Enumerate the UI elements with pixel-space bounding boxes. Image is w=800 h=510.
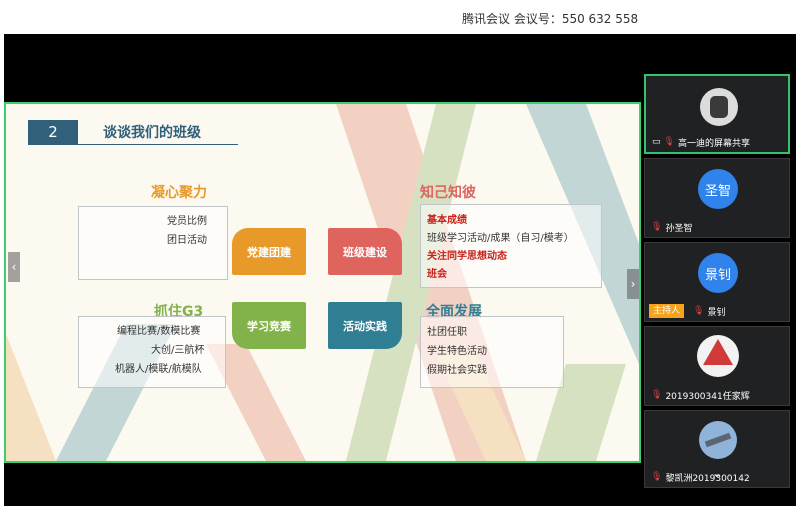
participant-name: 🎙 景钊 (693, 304, 725, 318)
mic-muted-icon: 🎙 (651, 222, 663, 232)
shared-screen[interactable]: 2 谈谈我们的班级 凝心聚力 党员比例 团日活动 知己知彼 基本成绩 班级学习活… (4, 102, 641, 463)
box-line: 班会 (427, 269, 447, 280)
next-slide-icon[interactable]: › (627, 269, 639, 299)
box-line: 编程比赛/数模比赛 (117, 326, 201, 337)
participant-tile[interactable]: 🎙 2019300341任家辉 (644, 326, 790, 406)
box-right-top: 基本成绩 班级学习活动/成果（自习/模考） 关注同学思想动态 班会 (420, 204, 602, 288)
box-line: 学生特色活动 (427, 346, 487, 357)
previous-slide-icon[interactable]: ‹ (8, 252, 20, 282)
box-line: 团日活动 (167, 235, 207, 246)
participant-name: ▭ 🎙 高一迪的屏幕共享 (652, 135, 750, 149)
chevron-down-icon[interactable]: ⌄ (712, 466, 722, 480)
avatar-art-shape (703, 339, 733, 365)
meeting-title: 腾讯会议 会议号：550 632 558 (462, 12, 639, 26)
participant-name: 🎙 黎凯洲2019300142 (651, 470, 750, 484)
box-line: 大创/三航杯 (151, 345, 205, 356)
mic-muted-icon: 🎙 (693, 306, 705, 316)
participant-name: 🎙 孙圣智 (651, 220, 692, 234)
participant-label: 2019300341任家辉 (665, 391, 750, 402)
tile-party-building: 党建团建 (232, 228, 306, 275)
box-right-bottom: 社团任职 学生特色活动 假期社会实践 (420, 316, 564, 388)
box-left-bottom: 编程比赛/数模比赛 大创/三航杯 机器人/模联/航模队 (78, 316, 226, 388)
section-underline (28, 144, 238, 145)
box-line: 社团任职 (427, 327, 467, 338)
box-line: 班级学习活动/成果（自习/模考） (427, 233, 574, 244)
tile-activity-practice: 活动实践 (328, 302, 402, 349)
mic-icon: 🎙 (663, 137, 675, 147)
heading-left-top: 凝心聚力 (151, 185, 207, 201)
presentation-slide: 2 谈谈我们的班级 凝心聚力 党员比例 团日活动 知己知彼 基本成绩 班级学习活… (6, 104, 639, 461)
avatar: 景钊 (698, 253, 738, 293)
mic-muted-icon: 🎙 (651, 390, 663, 400)
avatar-art-shape (704, 432, 732, 448)
top-bar: 腾讯会议 会议号：550 632 558 (0, 0, 800, 34)
box-line: 假期社会实践 (427, 365, 487, 376)
avatar (699, 421, 737, 459)
participant-tile-screen-share[interactable]: ▭ 🎙 高一迪的屏幕共享 (644, 74, 790, 154)
box-line: 机器人/模联/航模队 (115, 364, 202, 375)
participant-panel: ▭ 🎙 高一迪的屏幕共享 圣智 🎙 孙圣智 景钊 主持人 🎙 景钊 🎙 2019… (644, 74, 790, 494)
box-line: 基本成绩 (427, 215, 467, 226)
tile-study-competition: 学习竞赛 (232, 302, 306, 349)
participant-label: 孙圣智 (665, 223, 693, 234)
participant-label: 高一迪的屏幕共享 (677, 138, 750, 149)
box-line: 关注同学思想动态 (427, 251, 507, 262)
participant-label: 景钊 (707, 307, 726, 318)
avatar-photo-shape (710, 96, 728, 118)
section-number: 2 (28, 120, 78, 144)
participant-tile[interactable]: 圣智 🎙 孙圣智 (644, 158, 790, 238)
box-line: 党员比例 (167, 216, 207, 227)
avatar: 圣智 (698, 169, 738, 209)
host-badge: 主持人 (649, 304, 685, 318)
box-left-top: 党员比例 团日活动 (78, 206, 228, 280)
section-title: 谈谈我们的班级 (103, 125, 201, 141)
avatar (697, 335, 739, 377)
tile-class-building: 班级建设 (328, 228, 402, 275)
screen-share-icon: ▭ (652, 137, 661, 147)
mic-muted-icon: 🎙 (651, 472, 663, 482)
participant-name: 🎙 2019300341任家辉 (651, 388, 750, 402)
participant-tile-host[interactable]: 景钊 主持人 🎙 景钊 (644, 242, 790, 322)
participant-label: 黎凯洲2019300142 (665, 473, 750, 484)
heading-right-top: 知己知彼 (420, 185, 476, 201)
avatar (700, 88, 738, 126)
